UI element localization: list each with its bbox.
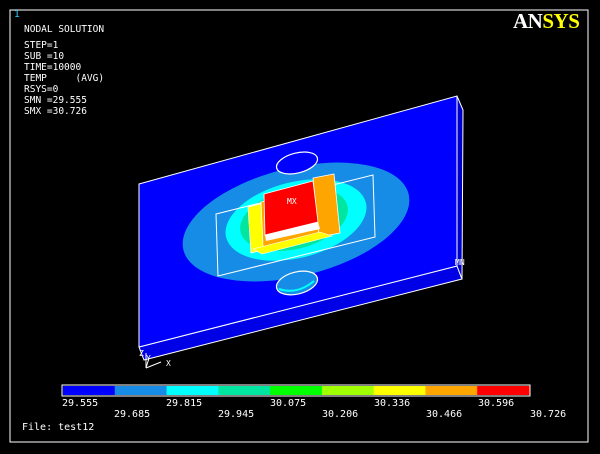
plot-title: NODAL SOLUTION: [24, 24, 105, 35]
param-time: TIME=10000: [24, 62, 82, 73]
legend-label: 30.075: [270, 398, 307, 409]
legend-label: 30.596: [478, 398, 515, 409]
axis-y-label: Y: [146, 354, 151, 363]
param-smn: SMN =29.555: [24, 95, 87, 106]
legend-swatch: [114, 386, 168, 395]
param-temp: TEMP (AVG): [24, 73, 105, 84]
legend-label: 29.815: [166, 398, 203, 409]
legend-label: 30.466: [426, 409, 463, 420]
param-sub: SUB =10: [24, 51, 65, 62]
legend-swatch: [218, 386, 271, 395]
logo-part-an: AN: [513, 9, 543, 33]
legend-swatch: [477, 386, 530, 395]
legend-label: 30.726: [530, 409, 567, 420]
legend-swatch: [321, 386, 375, 395]
max-marker: MX: [287, 197, 297, 206]
legend-swatch: [166, 386, 219, 395]
legend-label: 30.206: [322, 409, 359, 420]
legend-swatch: [425, 386, 478, 395]
legend-swatch: [270, 386, 323, 395]
file-name-label: File: test12: [22, 422, 95, 433]
solution-parameters: STEP=1 SUB =10 TIME=10000 TEMP (AVG) RSY…: [24, 40, 104, 117]
legend-label: 29.945: [218, 409, 255, 420]
plate-right-edge: [456, 95, 464, 280]
legend-swatches: [63, 386, 530, 395]
legend-label: 29.555: [62, 398, 99, 409]
axis-z-label: Z: [139, 349, 144, 358]
legend-label: 29.685: [114, 409, 151, 420]
axis-x-label: X: [166, 359, 171, 368]
window-number: 1: [14, 9, 20, 20]
ansys-logo: ANSYS: [513, 9, 580, 33]
legend-label: 30.336: [374, 398, 411, 409]
logo-part-sys: SYS: [542, 9, 580, 33]
legend-swatch: [373, 386, 426, 395]
legend-swatch: [63, 386, 116, 395]
min-marker: MN: [455, 258, 465, 267]
ansys-graphics-window[interactable]: MX MN Z Y X 1 NODAL SOLUTION STEP=1 SUB …: [0, 0, 600, 454]
param-rsys: RSYS=0: [24, 84, 59, 95]
param-step: STEP=1: [24, 40, 59, 51]
param-smx: SMX =30.726: [24, 106, 87, 117]
